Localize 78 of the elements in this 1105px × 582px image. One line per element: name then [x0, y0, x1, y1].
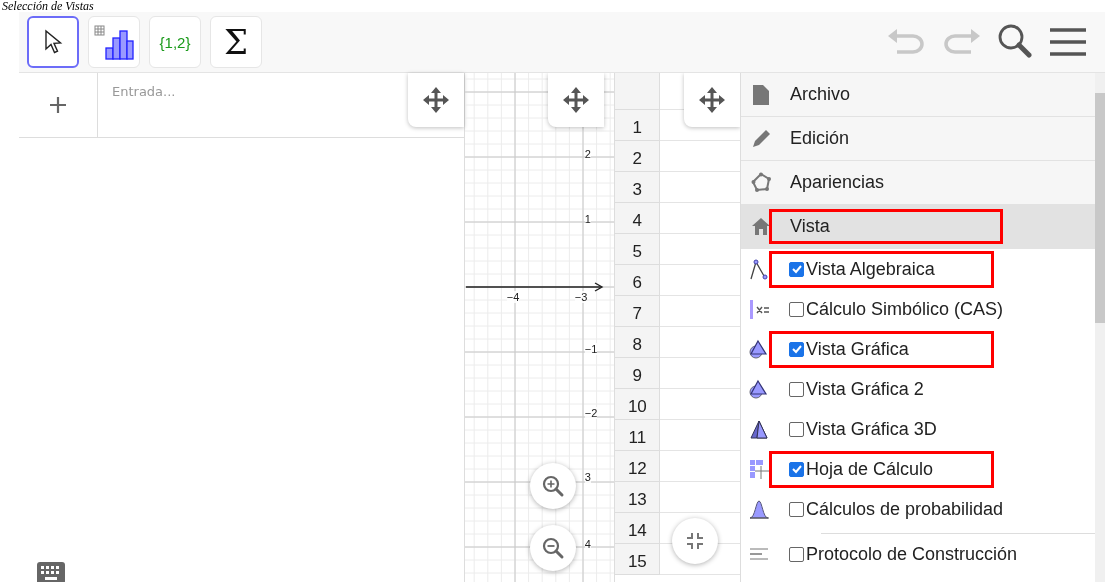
checkbox[interactable]: [789, 341, 804, 357]
view-option[interactable]: Vista Algebraica: [806, 258, 935, 280]
move-button[interactable]: [407, 73, 464, 127]
home-icon: [751, 216, 771, 237]
axis-label: 1: [584, 213, 591, 225]
row-header[interactable]: 4: [615, 203, 661, 234]
keyboard-icon[interactable]: [37, 562, 65, 582]
checkbox[interactable]: [789, 546, 804, 562]
axis-label: 3: [584, 471, 591, 483]
move-button[interactable]: [548, 73, 605, 127]
checkbox[interactable]: [789, 381, 804, 397]
plus-icon[interactable]: [49, 96, 67, 114]
view-option[interactable]: Vista Gráfica 3D: [806, 418, 937, 440]
row-header[interactable]: 1: [615, 110, 661, 141]
exit-fullscreen-button[interactable]: [672, 518, 718, 564]
axis-label: 2: [584, 148, 591, 160]
checkbox[interactable]: [789, 501, 804, 517]
row-header[interactable]: 5: [615, 234, 661, 265]
pencil-icon: [751, 128, 771, 149]
curve-icon: [749, 258, 770, 280]
zoom-in-icon: [540, 474, 565, 498]
row-header[interactable]: 12: [615, 451, 661, 482]
tool-button[interactable]: [27, 16, 79, 68]
tool-button[interactable]: Σ: [210, 16, 262, 68]
circle-triangle-icon: [749, 338, 770, 360]
checkbox[interactable]: [789, 461, 804, 477]
zoom-out-icon: [540, 536, 565, 560]
row-header[interactable]: 15: [615, 544, 661, 575]
axis-label: −3: [574, 291, 588, 303]
checkbox[interactable]: [789, 421, 804, 437]
menu-icon: [1049, 26, 1087, 58]
view-option[interactable]: Vista Gráfica 2: [806, 378, 924, 400]
menu-item[interactable]: Edición: [741, 117, 1095, 161]
view-option[interactable]: Cálculo Simbólico (CAS): [806, 298, 1004, 320]
axis-label: 4: [584, 538, 591, 550]
view-option[interactable]: Vista Gráfica: [806, 338, 909, 360]
move-icon: [421, 86, 450, 114]
row-header[interactable]: 8: [615, 327, 661, 358]
row-header[interactable]: 3: [615, 172, 661, 203]
scrollbar[interactable]: [1095, 73, 1105, 582]
view-option[interactable]: Hoja de Cálculo: [806, 458, 934, 480]
bar-chart-icon: [94, 24, 134, 60]
move-icon: [698, 86, 726, 114]
row-header[interactable]: 13: [615, 482, 661, 513]
checkbox[interactable]: [789, 261, 804, 277]
menu-item[interactable]: Apariencias: [741, 161, 1095, 205]
move-icon: [562, 86, 591, 114]
tool-button[interactable]: {1,2}: [149, 16, 201, 68]
spreadsheet-icon: [749, 458, 770, 480]
row-header[interactable]: 14: [615, 513, 661, 544]
cas-icon: [749, 298, 770, 320]
axis-label: −4: [506, 291, 520, 303]
document-icon: [751, 84, 771, 105]
row-header[interactable]: 7: [615, 296, 661, 327]
row-header[interactable]: 2: [615, 141, 661, 172]
row-header[interactable]: 11: [615, 420, 661, 451]
view-option[interactable]: Protocolo de Construcción: [806, 543, 1018, 565]
input-field[interactable]: Entrada...: [98, 73, 408, 137]
undo-icon: [887, 27, 927, 57]
zoom-in-button[interactable]: [529, 463, 576, 509]
row-header[interactable]: 6: [615, 265, 661, 296]
polygon-icon: [751, 172, 771, 193]
checkbox[interactable]: [789, 301, 804, 317]
row-header[interactable]: 10: [615, 389, 661, 420]
zoom-out-button[interactable]: [529, 525, 576, 571]
circle-triangle-icon: [749, 378, 770, 400]
pyramid-icon: [749, 418, 770, 440]
axis-label: −2: [584, 407, 598, 419]
menu-item[interactable]: Archivo: [741, 73, 1095, 117]
bell-curve-icon: [749, 498, 770, 520]
redo-icon: [941, 27, 981, 57]
caption: Selección de Vistas: [1, 0, 95, 12]
axis-label: −1: [584, 343, 598, 355]
move-button[interactable]: [684, 73, 740, 127]
menu-item[interactable]: Vista: [741, 205, 1095, 249]
exit-fullscreen-icon: [685, 531, 705, 551]
row-header[interactable]: 9: [615, 358, 661, 389]
view-option[interactable]: Cálculos de probabilidad: [806, 498, 1004, 520]
